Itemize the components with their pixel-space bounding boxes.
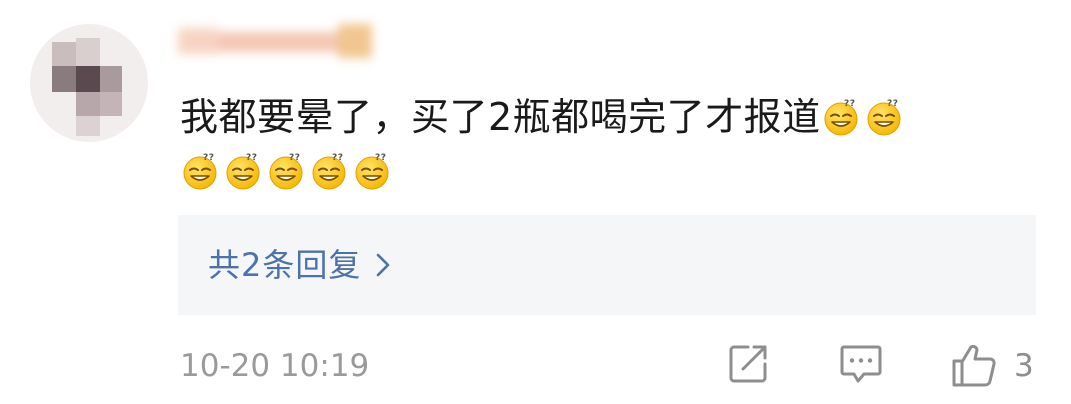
like-count: 3 (1014, 348, 1034, 384)
svg-text:??: ?? (203, 153, 214, 163)
username-blurred[interactable] (178, 22, 388, 60)
comment-text: 我都要晕了，买了2瓶都喝完了才报道 (180, 95, 821, 139)
view-replies-link[interactable]: 共2条回复 (208, 215, 391, 315)
comment-button[interactable] (838, 342, 884, 390)
svg-text:??: ?? (844, 99, 855, 109)
comment-icon (838, 345, 884, 390)
svg-text:??: ?? (332, 153, 343, 163)
thumbs-up-icon (950, 344, 998, 392)
dizzy-face-emoji: ?? (310, 151, 350, 191)
repost-icon (726, 345, 770, 390)
dizzy-face-emoji: ?? (353, 151, 393, 191)
avatar[interactable] (30, 24, 148, 142)
dizzy-face-emoji: ?? (822, 97, 862, 137)
svg-text:??: ?? (887, 99, 898, 109)
like-button[interactable] (950, 342, 998, 392)
repost-button[interactable] (726, 342, 770, 390)
dizzy-face-emoji: ?? (267, 151, 307, 191)
emoji-group-line1: ???? (821, 95, 907, 139)
svg-text:??: ?? (375, 153, 386, 163)
svg-text:??: ?? (289, 153, 300, 163)
dizzy-face-emoji: ?? (181, 151, 221, 191)
svg-text:??: ?? (246, 153, 257, 163)
replies-label: 共2条回复 (208, 246, 362, 284)
dizzy-face-emoji: ?? (224, 151, 264, 191)
emoji-group-line2: ?????????? (180, 149, 395, 193)
chevron-right-icon (375, 217, 391, 317)
replies-box: 共2条回复 (178, 215, 1036, 315)
dizzy-face-emoji: ?? (865, 97, 905, 137)
comment-timestamp: 10-20 10:19 (180, 348, 370, 384)
comment-text-block: 我都要晕了，买了2瓶都喝完了才报道?????????????? (180, 90, 1040, 198)
